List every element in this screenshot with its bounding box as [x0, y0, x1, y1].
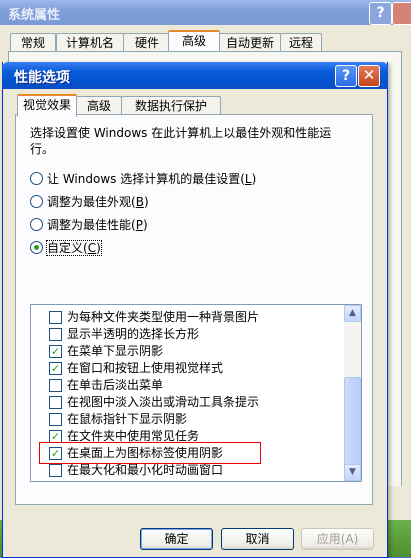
help-button[interactable]: ? [335, 65, 357, 87]
checkbox-icon[interactable] [49, 464, 62, 477]
effect-label: 为每种文件夹类型使用一种背景图片 [67, 310, 260, 324]
apply-button[interactable]: 应用(A) [301, 528, 374, 550]
effect-label: 在桌面上为图标标签使用阴影 [67, 446, 224, 460]
effect-label: 在鼠标指针下显示阴影 [67, 412, 188, 426]
close-button[interactable]: ✕ [358, 65, 380, 87]
effect-label: 在最大化和最小化时动画窗口 [67, 463, 224, 477]
radio-accel-best-performance: P [135, 218, 143, 232]
tab-visual-effects[interactable]: 视觉效果 [17, 94, 77, 117]
list-item[interactable]: 在单击后淡出菜单 [31, 376, 343, 394]
checkbox-icon[interactable] [49, 311, 62, 324]
checkbox-icon[interactable] [49, 379, 62, 392]
outer-tab-remote[interactable]: 远程 [280, 33, 322, 52]
list-item[interactable]: 在视图中淡入淡出或滑动工具条提示 [31, 393, 343, 411]
radio-label-custom: 自定义 [47, 241, 84, 255]
radio-label-let-windows-choose: 让 Windows 选择计算机的最佳设置 [47, 172, 241, 186]
list-item[interactable]: 在鼠标指针下显示阴影 [31, 410, 343, 428]
radio-best-appearance[interactable]: 调整为最佳外观(B) [30, 193, 149, 211]
radio-label-best-appearance: 调整为最佳外观 [47, 195, 132, 209]
dialog-titlebar: 性能选项 ? ✕ [2, 62, 388, 89]
description-text: 选择设置使 Windows 在此计算机上以最佳外观和性能运行。 [30, 126, 332, 156]
checkbox-checked-icon[interactable]: ✓ [49, 362, 62, 375]
vertical-scrollbar[interactable]: ▲ ▼ [344, 305, 361, 481]
system-properties-titlebar: 系统属性 ? [0, 0, 411, 25]
checkbox-icon[interactable] [49, 396, 62, 409]
effect-label: 在菜单下显示阴影 [67, 344, 164, 358]
radio-button-icon[interactable] [30, 172, 43, 185]
visual-effects-panel: 选择设置使 Windows 在此计算机上以最佳外观和性能运行。 让 Window… [15, 114, 373, 505]
checkbox-checked-icon[interactable]: ✓ [49, 345, 62, 358]
scroll-thumb[interactable] [344, 377, 361, 467]
visual-effects-list[interactable]: 为每种文件夹类型使用一种背景图片 显示半透明的选择长方形 ✓ 在菜单下显示阴影 ✓… [30, 304, 362, 482]
checkbox-icon[interactable] [49, 328, 62, 341]
outer-tab-hardware[interactable]: 硬件 [123, 33, 171, 52]
radio-button-icon[interactable] [30, 218, 43, 231]
cancel-button[interactable]: 取消 [221, 528, 294, 550]
radio-accel-let-windows-choose: L [244, 172, 252, 186]
list-item[interactable]: ✓ 在菜单下显示阴影 [31, 342, 343, 360]
dialog-title: 性能选项 [14, 70, 70, 86]
checkbox-icon[interactable] [49, 413, 62, 426]
scroll-up-icon[interactable]: ▲ [344, 305, 361, 322]
list-item[interactable]: ✓ 在桌面上为图标标签使用阴影 [31, 444, 343, 462]
effect-label: 在视图中淡入淡出或滑动工具条提示 [67, 395, 260, 409]
effect-label: 显示半透明的选择长方形 [67, 327, 200, 341]
radio-let-windows-choose[interactable]: 让 Windows 选择计算机的最佳设置(L) [30, 170, 256, 188]
outer-tab-general[interactable]: 常规 [10, 33, 56, 52]
performance-options-dialog: 性能选项 ? ✕ 视觉效果 高级 数据执行保护 选择设置使 Windows 在此… [2, 62, 388, 558]
list-item[interactable]: 显示半透明的选择长方形 [31, 325, 343, 343]
scroll-down-icon[interactable]: ▼ [344, 464, 361, 481]
radio-label-best-performance: 调整为最佳性能 [47, 218, 132, 232]
system-properties-title: 系统属性 [8, 8, 61, 23]
radio-accel-best-appearance: B [135, 195, 144, 209]
outer-tab-advanced[interactable]: 高级 [168, 30, 220, 53]
radio-accel-custom: C [87, 241, 97, 255]
tab-data-execution-prevention[interactable]: 数据执行保护 [121, 96, 221, 115]
ok-button[interactable]: 确定 [140, 528, 213, 550]
effect-label: 在文件夹中使用常见任务 [67, 429, 200, 443]
list-item[interactable]: ✓ 在文件夹中使用常见任务 [31, 427, 343, 445]
tab-advanced[interactable]: 高级 [76, 96, 122, 115]
list-item[interactable]: ✓ 在窗口和按钮上使用视觉样式 [31, 359, 343, 377]
effect-label: 在单击后淡出菜单 [67, 378, 164, 392]
outer-tab-computer-name[interactable]: 计算机名 [56, 33, 124, 52]
outer-tab-auto-update[interactable]: 自动更新 [219, 33, 281, 52]
effect-label: 在窗口和按钮上使用视觉样式 [67, 361, 224, 375]
outer-help-button[interactable]: ? [369, 2, 392, 25]
outer-close-button[interactable] [392, 2, 411, 25]
checkbox-checked-icon[interactable]: ✓ [49, 430, 62, 443]
tab-strip: 视觉效果 高级 数据执行保护 [13, 94, 373, 117]
radio-custom[interactable]: 自定义(C) [30, 239, 102, 257]
list-item[interactable]: 为每种文件夹类型使用一种背景图片 [31, 308, 343, 326]
checkbox-checked-icon[interactable]: ✓ [49, 447, 62, 460]
radio-selected-icon[interactable] [30, 241, 43, 254]
radio-button-icon[interactable] [30, 195, 43, 208]
radio-best-performance[interactable]: 调整为最佳性能(P) [30, 216, 148, 234]
list-item[interactable]: 在最大化和最小化时动画窗口 [31, 461, 343, 479]
